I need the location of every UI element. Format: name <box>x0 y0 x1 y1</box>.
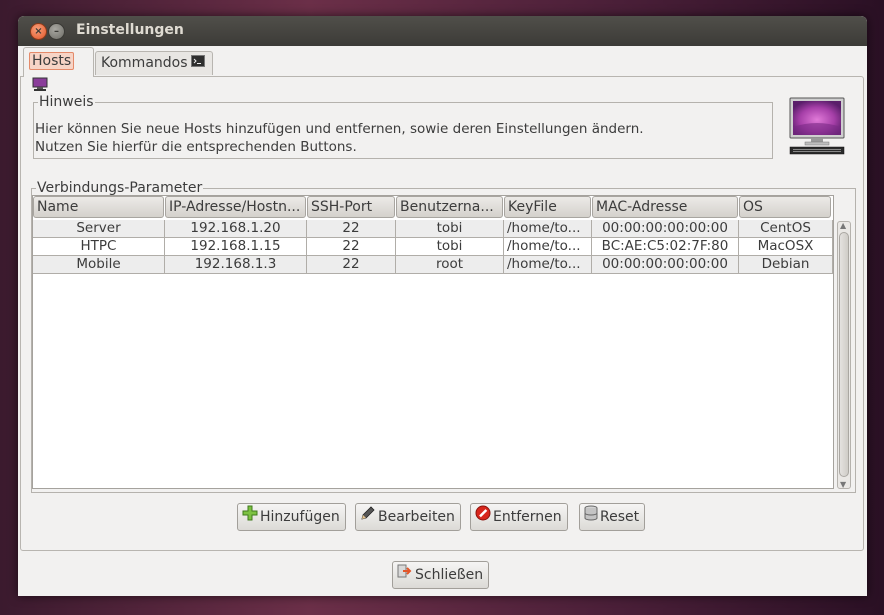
cell-os: Debian <box>739 256 833 274</box>
reset-button[interactable]: Reset <box>579 503 646 531</box>
column-header-username[interactable]: Benutzerna... <box>396 196 503 218</box>
close-button-label: Schließen <box>415 567 484 583</box>
terminal-icon <box>190 52 205 74</box>
column-header-name[interactable]: Name <box>33 196 164 218</box>
edit-button-label: Bearbeiten <box>378 509 455 525</box>
connection-legend: Verbindungs-Parameter <box>37 180 203 196</box>
cell-keyfile: /home/to... <box>504 256 592 274</box>
tab-hosts[interactable]: Hosts <box>23 47 94 91</box>
column-header-keyfile[interactable]: KeyFile <box>504 196 591 218</box>
close-button[interactable]: Schließen <box>392 561 490 589</box>
cell-mac: 00:00:00:00:00:00 <box>592 256 739 274</box>
table-row[interactable]: Mobile 192.168.1.3 22 root /home/to... 0… <box>33 256 833 274</box>
cell-username: tobi <box>396 238 504 256</box>
settings-window: × – Einstellungen Hosts Kommandos Hinwei… <box>18 16 867 596</box>
tab-kommandos[interactable]: Kommandos <box>95 51 213 75</box>
add-button[interactable]: Hinzufügen <box>237 503 346 531</box>
cell-ip: 192.168.1.3 <box>165 256 307 274</box>
hint-line-1: Hier können Sie neue Hosts hinzufügen un… <box>35 121 644 137</box>
cell-ssh-port: 22 <box>307 238 396 256</box>
column-header-mac[interactable]: MAC-Adresse <box>592 196 738 218</box>
add-button-label: Hinzufügen <box>260 509 340 525</box>
pencil-icon <box>360 504 376 530</box>
cell-keyfile: /home/to... <box>504 220 592 238</box>
column-header-ip[interactable]: IP-Adresse/Hostn... <box>165 196 306 218</box>
titlebar: × – Einstellungen <box>18 16 867 46</box>
cell-keyfile: /home/to... <box>504 238 592 256</box>
cell-mac: BC:AE:C5:02:7F:80 <box>592 238 739 256</box>
cell-username: root <box>396 256 504 274</box>
scrollbar-thumb[interactable] <box>839 232 849 477</box>
table-scrollbar[interactable]: ▲ ▼ <box>837 221 851 489</box>
table-row[interactable]: Server 192.168.1.20 22 tobi /home/to... … <box>33 220 833 238</box>
edit-button[interactable]: Bearbeiten <box>355 503 461 531</box>
delete-icon <box>475 504 491 530</box>
remove-button[interactable]: Entfernen <box>470 503 568 531</box>
cell-ip: 192.168.1.15 <box>165 238 307 256</box>
window-close-button[interactable]: × <box>30 23 47 40</box>
cell-mac: 00:00:00:00:00:00 <box>592 220 739 238</box>
scroll-down-icon[interactable]: ▼ <box>840 480 846 489</box>
table-row[interactable]: HTPC 192.168.1.15 22 tobi /home/to... BC… <box>33 238 833 256</box>
window-title: Einstellungen <box>76 22 184 38</box>
column-header-os[interactable]: OS <box>739 196 831 218</box>
table-header: Name IP-Adresse/Hostn... SSH-Port Benutz… <box>33 196 833 218</box>
tab-kommandos-label: Kommandos <box>101 55 188 71</box>
exit-icon <box>397 562 413 588</box>
reset-button-label: Reset <box>600 509 640 525</box>
cell-name: Mobile <box>33 256 165 274</box>
database-icon <box>584 504 598 530</box>
plus-icon <box>242 504 258 530</box>
cell-username: tobi <box>396 220 504 238</box>
cell-name: HTPC <box>33 238 165 256</box>
monitor-icon <box>32 74 48 100</box>
cell-name: Server <box>33 220 165 238</box>
column-header-ssh-port[interactable]: SSH-Port <box>307 196 395 218</box>
cell-ssh-port: 22 <box>307 256 396 274</box>
hint-line-2: Nutzen Sie hierfür die entsprechenden Bu… <box>35 139 357 155</box>
cell-ssh-port: 22 <box>307 220 396 238</box>
cell-os: MacOSX <box>739 238 833 256</box>
computer-monitor-icon <box>789 97 845 159</box>
scroll-up-icon[interactable]: ▲ <box>840 221 846 230</box>
hosts-table[interactable]: Name IP-Adresse/Hostn... SSH-Port Benutz… <box>32 195 834 489</box>
cell-os: CentOS <box>739 220 833 238</box>
tab-hosts-label: Hosts <box>29 52 75 70</box>
hint-text: Hier können Sie neue Hosts hinzufügen un… <box>35 120 644 156</box>
cell-ip: 192.168.1.20 <box>165 220 307 238</box>
remove-button-label: Entfernen <box>493 509 562 525</box>
window-minimize-button[interactable]: – <box>48 23 65 40</box>
